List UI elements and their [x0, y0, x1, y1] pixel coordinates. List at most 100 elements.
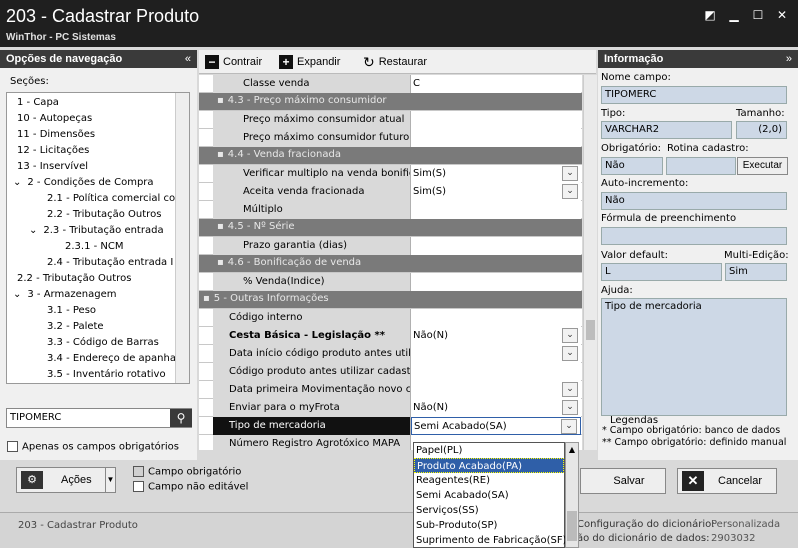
dropdown-option[interactable]: Papel(PL): [414, 443, 564, 458]
property-value[interactable]: [411, 111, 581, 129]
group-header-row[interactable]: ▪ 5 - Outras Informações: [199, 291, 582, 309]
tree-item[interactable]: ⌄ 3 - Armazenagem: [13, 287, 116, 303]
cancel-button[interactable]: ✕ Cancelar: [677, 468, 777, 494]
chevron-down-icon[interactable]: ⌄: [561, 419, 577, 434]
checkbox-box[interactable]: [7, 441, 18, 452]
tree-item[interactable]: 2.4 - Tributação entrada I: [47, 255, 173, 271]
property-row[interactable]: Preço máximo consumidor futuro: [199, 129, 582, 147]
dropdown-scrollbar[interactable]: ▲: [565, 442, 579, 548]
property-value[interactable]: Não(N) ⌄: [411, 327, 581, 345]
expand-panel-icon[interactable]: »: [786, 50, 792, 68]
restore-icon[interactable]: ◩: [702, 8, 718, 22]
chevron-down-icon[interactable]: ⌄: [29, 225, 37, 236]
property-row[interactable]: Data primeira Movimentação novo có ⌄: [199, 381, 582, 399]
property-value[interactable]: [411, 363, 581, 381]
tree-item[interactable]: 3.1 - Peso: [47, 303, 96, 319]
chevron-down-icon[interactable]: ⌄: [562, 346, 578, 361]
section-search-input[interactable]: TIPOMERC: [6, 408, 192, 428]
only-required-checkbox[interactable]: Apenas os campos obrigatórios: [7, 441, 179, 453]
property-row[interactable]: % Venda(Indice): [199, 273, 582, 291]
tree-item[interactable]: 2.2 - Tributação Outros: [47, 207, 161, 223]
tree-item[interactable]: ⌄ 2 - Condições de Compra: [13, 175, 154, 191]
dropdown-option[interactable]: Suprimento de Fabricação(SF): [414, 533, 567, 548]
search-icon[interactable]: ⚲: [170, 409, 192, 427]
dropdown-option[interactable]: Sub-Produto(SP): [414, 518, 564, 533]
property-value[interactable]: C: [411, 75, 581, 93]
chevron-down-icon[interactable]: ⌄: [562, 166, 578, 181]
property-row[interactable]: Código interno: [199, 309, 582, 327]
property-value[interactable]: ⌄: [411, 381, 581, 399]
property-row[interactable]: Prazo garantia (dias): [199, 237, 582, 255]
property-value[interactable]: Sim(S) ⌄: [411, 165, 581, 183]
property-value[interactable]: Sim(S) ⌄: [411, 183, 581, 201]
expand-button[interactable]: + Expandir: [279, 54, 340, 70]
dropdown-scroll-thumb[interactable]: [567, 511, 577, 541]
property-row[interactable]: Verificar multiplo na venda bonifica Sim(…: [199, 165, 582, 183]
dropdown-option[interactable]: Semi Acabado(SA): [414, 488, 564, 503]
scrollbar-thumb[interactable]: [586, 320, 595, 340]
tree-item[interactable]: 13 - Inservível: [17, 159, 88, 175]
sections-tree[interactable]: 1 - Capa 10 - Autopeças 11 - Dimensões 12 -…: [6, 92, 190, 384]
actions-button[interactable]: ⚙ Ações ▼: [16, 467, 116, 493]
property-value[interactable]: ⌄: [411, 345, 581, 363]
restore-button[interactable]: ↻ Restaurar: [363, 54, 427, 70]
group-header-row[interactable]: ▪ 4.6 - Bonificação de venda: [199, 255, 582, 273]
property-row[interactable]: Classe venda C: [199, 75, 582, 93]
property-row[interactable]: Aceita venda fracionada Sim(S) ⌄: [199, 183, 582, 201]
collapse-panel-icon[interactable]: «: [185, 50, 191, 68]
property-row[interactable]: Cesta Básica - Legislação ** Não(N) ⌄: [199, 327, 582, 345]
minimize-icon[interactable]: ▁: [726, 8, 742, 22]
chevron-down-icon[interactable]: ⌄: [562, 184, 578, 199]
tree-item[interactable]: 3.2 - Palete: [47, 319, 104, 335]
tree-item[interactable]: 3.5 - Inventário rotativo: [47, 367, 166, 383]
group-collapse-icon[interactable]: ▪: [217, 221, 224, 232]
group-header-row[interactable]: ▪ 4.5 - Nº Série: [199, 219, 582, 237]
tree-item[interactable]: 12 - Licitações: [17, 143, 89, 159]
property-value[interactable]: [411, 309, 581, 327]
tree-item[interactable]: ⌄ 2.3 - Tributação entrada: [29, 223, 164, 239]
close-icon[interactable]: ✕: [774, 8, 790, 22]
property-row[interactable]: Múltiplo: [199, 201, 582, 219]
property-value[interactable]: [411, 237, 581, 255]
property-value[interactable]: [411, 201, 581, 219]
group-collapse-icon[interactable]: ▪: [217, 257, 224, 268]
group-header-row[interactable]: ▪ 4.4 - Venda fracionada: [199, 147, 582, 165]
maximize-icon[interactable]: ☐: [750, 8, 766, 22]
property-value[interactable]: [411, 273, 581, 291]
chevron-down-icon[interactable]: ⌄: [562, 328, 578, 343]
tree-item[interactable]: 3.3 - Código de Barras: [47, 335, 159, 351]
merchandise-type-dropdown[interactable]: Papel(PL) Produto Acabado(PA) Reagentes(RE…: [413, 442, 567, 548]
execute-button[interactable]: Executar: [737, 157, 788, 175]
scroll-up-icon[interactable]: ▲: [567, 445, 577, 459]
collapse-button[interactable]: − Contrair: [205, 54, 262, 70]
property-row[interactable]: Enviar para o myFrota Não(N) ⌄: [199, 399, 582, 417]
dropdown-option[interactable]: Reagentes(RE): [414, 473, 564, 488]
group-collapse-icon[interactable]: ▪: [217, 95, 224, 106]
chevron-down-icon[interactable]: ⌄: [562, 400, 578, 415]
tree-scrollbar[interactable]: [175, 93, 189, 383]
property-value[interactable]: Semi Acabado(SA) ⌄: [411, 417, 581, 435]
grid-scrollbar[interactable]: [583, 75, 597, 450]
property-row[interactable]: Preço máximo consumidor atual: [199, 111, 582, 129]
property-row[interactable]: Código produto antes utilizar cadastro: [199, 363, 582, 381]
chevron-down-icon[interactable]: ⌄: [13, 177, 21, 188]
property-row[interactable]: Tipo de mercadoria Semi Acabado(SA) ⌄: [199, 417, 582, 435]
property-value[interactable]: [411, 129, 581, 147]
group-collapse-icon[interactable]: ▪: [217, 149, 224, 160]
dropdown-option[interactable]: Serviços(SS): [414, 503, 564, 518]
save-button[interactable]: Salvar: [580, 468, 666, 494]
chevron-down-icon[interactable]: ⌄: [562, 382, 578, 397]
property-row[interactable]: Data início código produto antes utiliz ⌄: [199, 345, 582, 363]
group-header-row[interactable]: ▪ 4.3 - Preço máximo consumidor: [199, 93, 582, 111]
tree-item[interactable]: 10 - Autopeças: [17, 111, 92, 127]
group-collapse-icon[interactable]: ▪: [203, 293, 210, 304]
chevron-down-icon[interactable]: ⌄: [13, 289, 21, 300]
tree-item[interactable]: 3.4 - Endereço de apanha: [47, 351, 176, 367]
tree-item[interactable]: 2.3.1 - NCM: [65, 239, 124, 255]
property-value[interactable]: Não(N) ⌄: [411, 399, 581, 417]
tree-item[interactable]: 2.1 - Política comercial com: [47, 191, 185, 207]
tree-item[interactable]: 11 - Dimensões: [17, 127, 95, 143]
tree-item[interactable]: 1 - Capa: [17, 95, 59, 111]
chevron-down-icon[interactable]: ▼: [105, 468, 115, 492]
properties-grid[interactable]: Classe venda C ▪ 4.3 - Preço máximo consumi…: [199, 75, 582, 450]
